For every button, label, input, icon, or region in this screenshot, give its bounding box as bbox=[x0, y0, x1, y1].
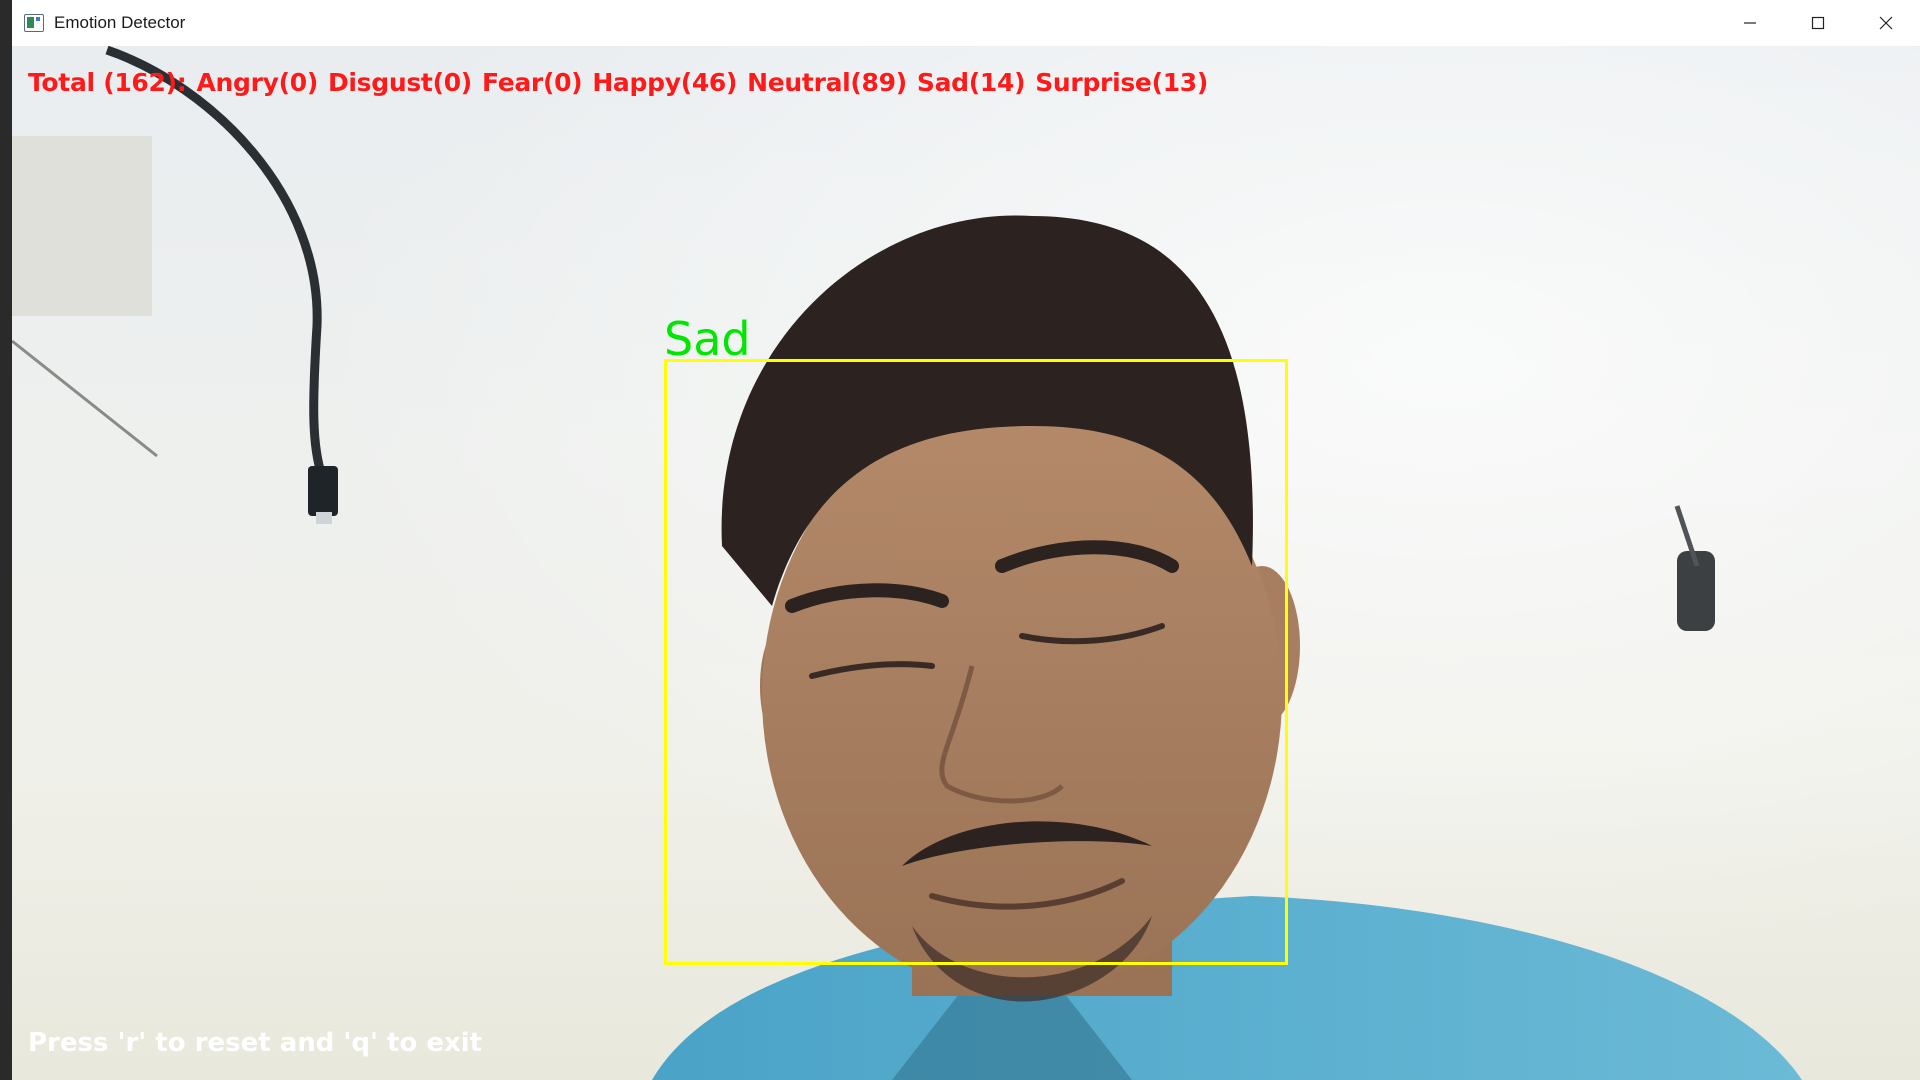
detection-label: Sad bbox=[664, 312, 751, 366]
window-controls bbox=[1716, 0, 1920, 46]
stats-surprise: Surprise(13) bbox=[1035, 68, 1209, 97]
stats-neutral: Neutral(89) bbox=[747, 68, 907, 97]
camera-feed: Total (162): Angry(0) Disgust(0) Fear(0) Hap… bbox=[12, 46, 1920, 1080]
close-button[interactable] bbox=[1852, 0, 1920, 46]
keyboard-hint: Press 'r' to reset and 'q' to exit bbox=[28, 1028, 483, 1058]
stats-sad: Sad(14) bbox=[916, 68, 1026, 97]
stats-angry: Angry(0) bbox=[196, 68, 318, 97]
emotion-stats-overlay: Total (162): Angry(0) Disgust(0) Fear(0) Hap… bbox=[28, 68, 1218, 97]
maximize-icon bbox=[1811, 16, 1825, 30]
maximize-button[interactable] bbox=[1784, 0, 1852, 46]
stats-total: Total (162): bbox=[28, 68, 187, 97]
stats-happy: Happy(46) bbox=[592, 68, 738, 97]
app-icon bbox=[24, 14, 44, 32]
minimize-icon bbox=[1744, 22, 1756, 24]
stats-disgust: Disgust(0) bbox=[327, 68, 472, 97]
app-window: Emotion Detector Total (162): Angry(0) D… bbox=[12, 0, 1920, 1080]
window-title: Emotion Detector bbox=[54, 13, 186, 32]
stats-fear: Fear(0) bbox=[481, 68, 583, 97]
face-bounding-box bbox=[664, 359, 1288, 965]
close-icon bbox=[1879, 16, 1893, 30]
title-bar[interactable]: Emotion Detector bbox=[12, 0, 1920, 47]
minimize-button[interactable] bbox=[1716, 0, 1784, 46]
